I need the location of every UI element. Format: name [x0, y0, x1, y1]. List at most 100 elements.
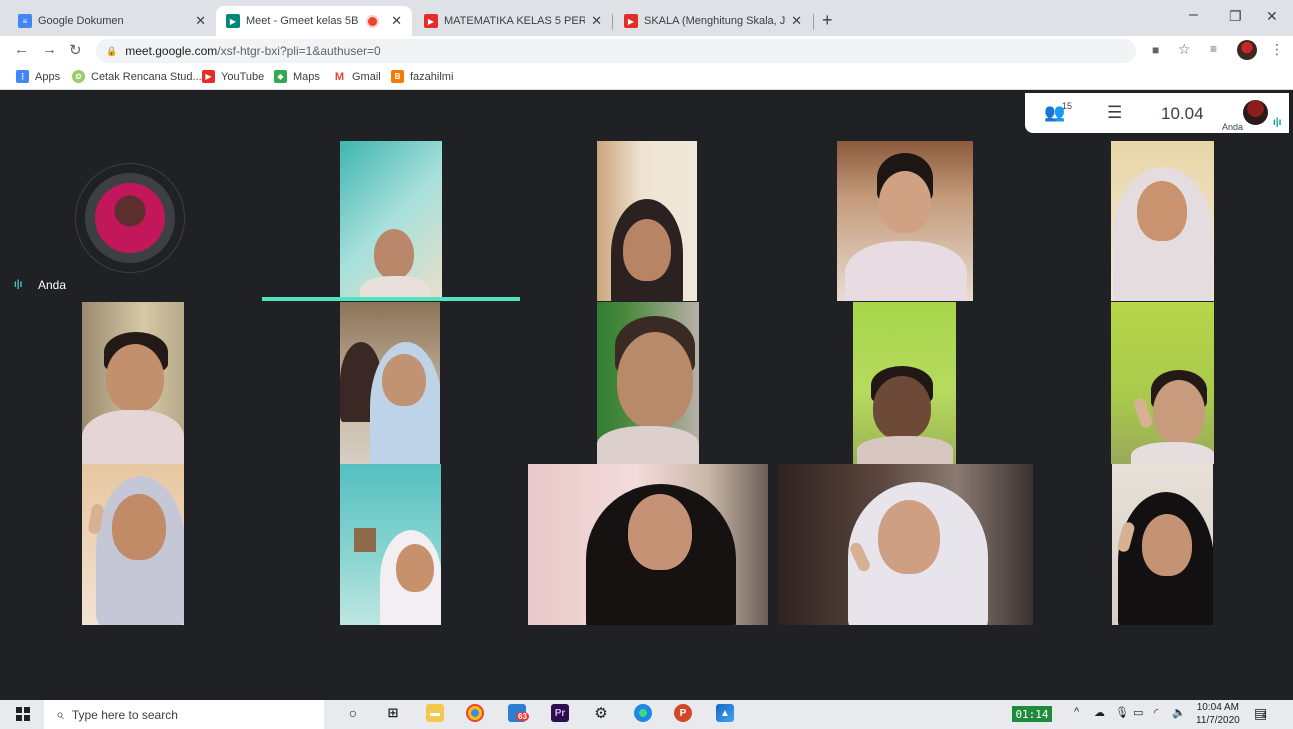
- onedrive-cloud-icon[interactable]: ☁: [1094, 706, 1105, 719]
- participant-tile[interactable]: [82, 302, 184, 464]
- youtube-icon: ▶: [424, 14, 438, 28]
- close-icon[interactable]: ✕: [391, 13, 402, 29]
- tab-meet[interactable]: ▶ Meet - Gmeet kelas 5B MTK ✕: [216, 6, 412, 36]
- powerpoint-icon[interactable]: P: [674, 704, 692, 722]
- participant-tile[interactable]: [1112, 464, 1213, 625]
- participant-face: [374, 229, 414, 279]
- media-control-icon[interactable]: ≡: [1210, 42, 1217, 56]
- bookmark-label: YouTube: [221, 70, 265, 83]
- menu-kebab-icon[interactable]: ⋮: [1270, 41, 1284, 58]
- notification-count: 4: [1262, 711, 1267, 720]
- bookmark-fazahilmi[interactable]: B fazahilmi: [391, 70, 453, 83]
- search-icon: ⌕: [56, 706, 64, 722]
- bookmark-label: Apps: [35, 70, 61, 83]
- participant-face: [879, 171, 931, 233]
- recording-indicator: [368, 16, 378, 26]
- minimize-icon[interactable]: –: [1189, 6, 1198, 24]
- reload-icon[interactable]: ↻: [69, 41, 82, 59]
- participant-tile[interactable]: [528, 464, 768, 625]
- participant-face: [112, 494, 166, 560]
- action-center-icon[interactable]: ▤ 4: [1254, 705, 1267, 722]
- tab-title: Meet - Gmeet kelas 5B MTK: [246, 15, 360, 27]
- participant-tile[interactable]: [597, 302, 699, 464]
- close-icon[interactable]: ✕: [791, 13, 802, 29]
- meeting-clock: 10.04: [1161, 104, 1204, 123]
- premiere-pro-icon[interactable]: Pr: [551, 704, 569, 722]
- screen: ≡ Google Dokumen ✕ ▶ Meet - Gmeet kelas …: [0, 0, 1293, 729]
- forward-arrow-icon[interactable]: →: [42, 41, 57, 58]
- tray-chevron-icon[interactable]: ^: [1074, 706, 1079, 718]
- clock-time: 10:04 AM: [1196, 702, 1239, 713]
- participant-tile[interactable]: [1111, 141, 1214, 301]
- file-explorer-icon[interactable]: ▬: [426, 704, 444, 722]
- bookmark-cetak-rencana[interactable]: ✿ Cetak Rencana Stud...: [72, 70, 202, 83]
- chat-icon[interactable]: ☰: [1107, 103, 1122, 123]
- window-close-icon[interactable]: ✕: [1266, 8, 1278, 25]
- participant-face: [1153, 380, 1205, 444]
- maps-icon: ◆: [274, 70, 287, 83]
- participant-shirt: [857, 436, 953, 464]
- gmail-icon: M: [333, 70, 346, 83]
- participant-face: [623, 219, 671, 281]
- new-tab-plus-icon[interactable]: +: [822, 10, 833, 31]
- windows-start-icon[interactable]: [16, 707, 30, 721]
- battery-icon[interactable]: ▭: [1133, 706, 1143, 719]
- cortana-icon[interactable]: ○: [344, 704, 362, 722]
- tab-title: SKALA (Menghitung Skala, Jarak: [644, 15, 786, 27]
- youtube-icon: ▶: [624, 14, 638, 28]
- audio-level-icon: ı|ı: [14, 279, 23, 290]
- participant-face: [106, 344, 164, 412]
- microphone-icon[interactable]: 🎙: [1115, 706, 1129, 719]
- url-path: /xsf-htgr-bxi?pli=1&authuser=0: [217, 44, 381, 58]
- active-speaker-bar: [262, 297, 520, 301]
- participant-tile[interactable]: [340, 464, 441, 625]
- participant-tile[interactable]: [778, 464, 1033, 625]
- close-icon[interactable]: ✕: [195, 13, 206, 29]
- participant-face: [873, 376, 931, 440]
- chrome-icon[interactable]: [466, 704, 484, 722]
- tab-divider: [612, 14, 613, 30]
- bookmark-maps[interactable]: ◆ Maps: [274, 70, 320, 83]
- settings-gear-icon[interactable]: ⚙: [592, 704, 610, 722]
- restore-icon[interactable]: ❐: [1229, 8, 1242, 25]
- tab-skala[interactable]: ▶ SKALA (Menghitung Skala, Jarak ✕: [614, 6, 812, 36]
- participant-tile[interactable]: [597, 141, 697, 301]
- wifi-icon[interactable]: ◜: [1154, 706, 1158, 719]
- outlook-icon[interactable]: 63: [508, 704, 529, 722]
- volume-icon[interactable]: 🔈: [1172, 706, 1186, 719]
- flower-icon: ✿: [72, 70, 85, 83]
- bookmark-apps[interactable]: ⋮ Apps: [16, 70, 60, 83]
- apps-grid-icon: ⋮: [16, 70, 29, 83]
- bookmark-gmail[interactable]: M Gmail: [333, 70, 381, 83]
- participant-shirt: [1131, 442, 1214, 464]
- audio-level-icon: ı|ı: [1273, 117, 1282, 128]
- taskbar-clock[interactable]: 10:04 AM 11/7/2020: [1196, 701, 1240, 727]
- close-icon[interactable]: ✕: [591, 13, 602, 29]
- taskbar-search-box[interactable]: ⌕ Type here to search: [44, 700, 324, 729]
- participant-tile[interactable]: [853, 302, 956, 464]
- participant-tile[interactable]: [340, 302, 440, 464]
- photos-icon[interactable]: ▲: [716, 704, 734, 722]
- recording-timer[interactable]: 01:14: [1012, 706, 1052, 722]
- back-arrow-icon[interactable]: ←: [14, 41, 29, 58]
- tab-matematika[interactable]: ▶ MATEMATIKA KELAS 5 PERBAND ✕: [414, 6, 612, 36]
- edge-icon[interactable]: [634, 704, 652, 722]
- tab-google-docs[interactable]: ≡ Google Dokumen ✕: [8, 6, 216, 36]
- bookmark-label: Maps: [293, 70, 320, 83]
- profile-avatar[interactable]: [1237, 40, 1257, 60]
- participant-shirt: [82, 410, 184, 464]
- address-bar[interactable]: 🔒 meet.google.com/xsf-htgr-bxi?pli=1&aut…: [96, 39, 1136, 63]
- participant-tile[interactable]: [82, 464, 184, 625]
- task-view-icon[interactable]: ⊞: [384, 704, 402, 722]
- participant-face: [1142, 514, 1192, 576]
- clock-date: 11/7/2020: [1196, 715, 1240, 726]
- self-tile-label: Anda: [38, 278, 67, 292]
- participant-tile[interactable]: [1111, 302, 1214, 464]
- bookmark-youtube[interactable]: ▶ YouTube: [202, 70, 264, 83]
- participant-face: [617, 332, 693, 428]
- bookmark-star-icon[interactable]: ☆: [1178, 41, 1191, 58]
- participant-tile[interactable]: [837, 141, 973, 301]
- camera-in-use-icon[interactable]: ■: [1152, 43, 1159, 57]
- participant-tile[interactable]: [340, 141, 442, 299]
- bookmark-label: fazahilmi: [410, 70, 454, 83]
